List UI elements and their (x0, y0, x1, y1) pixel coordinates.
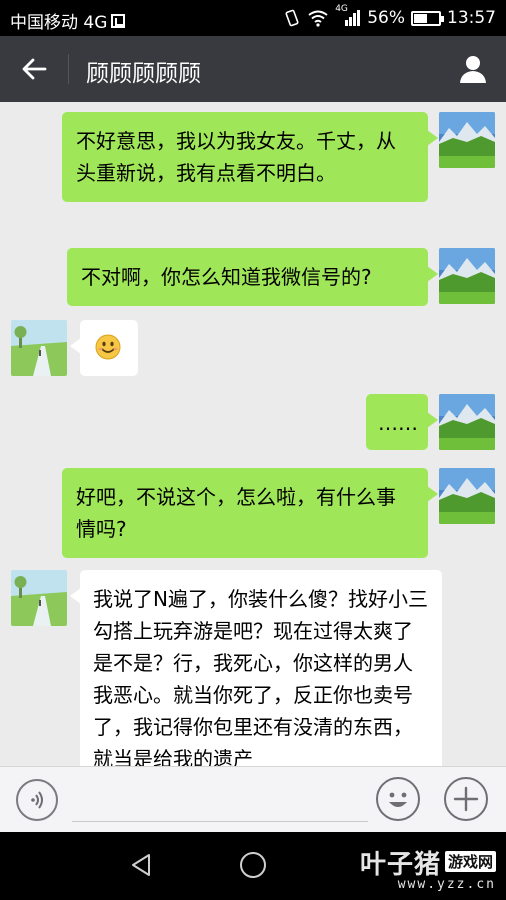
wifi-icon (308, 10, 328, 27)
message-text: 不对啊，你怎么知道我微信号的? (81, 265, 372, 289)
message-text: 不好意思，我以为我女友。千丈，从头重新说，我有点看不明白。 (76, 129, 396, 185)
message-text: …… (378, 411, 418, 435)
voice-input-button[interactable] (16, 779, 58, 821)
carrier-label: 中国移动 4G (10, 13, 108, 33)
status-right: 4G 56% 13:57 (283, 4, 496, 28)
message-bubble-incoming[interactable] (70, 320, 138, 376)
my-avatar[interactable] (439, 248, 495, 304)
back-arrow-icon (22, 58, 47, 80)
vibrate-icon (285, 9, 299, 27)
mountain-landscape-avatar-icon (439, 468, 495, 524)
message-list[interactable]: 不好意思，我以为我女友。千丈，从头重新说，我有点看不明白。 不对啊，你怎么知道我… (0, 102, 506, 766)
more-functions-button[interactable] (444, 777, 488, 821)
my-avatar[interactable] (439, 112, 495, 168)
chat-header: 顾顾顾顾顾 (0, 36, 506, 102)
emoji-button[interactable] (376, 777, 420, 821)
clock: 13:57 (447, 8, 496, 28)
back-triangle-icon[interactable] (128, 852, 154, 878)
mountain-landscape-avatar-icon (439, 112, 495, 168)
watermark-brand: 叶子猪 (359, 850, 441, 880)
mountain-landscape-avatar-icon (439, 394, 495, 450)
road-landscape-avatar-icon (11, 320, 67, 376)
message-bubble-incoming[interactable]: 我说了N遍了，你装什么傻？找好小三勾搭上玩弃游是吧？现在过得太爽了是不是？行，我… (70, 570, 442, 766)
message-input[interactable] (72, 783, 368, 822)
home-circle-icon[interactable] (240, 852, 266, 878)
message-bubble-outgoing[interactable]: 不好意思，我以为我女友。千丈，从头重新说，我有点看不明白。 (62, 112, 438, 202)
emoji-icon (389, 792, 407, 807)
status-bar: 中国移动 4G 4G 56% 13:57 (0, 0, 506, 36)
my-avatar[interactable] (439, 394, 495, 450)
watermark-badge: 游戏网 (444, 851, 496, 872)
road-landscape-avatar-icon (11, 570, 67, 626)
my-avatar[interactable] (439, 468, 495, 524)
chat-info-button[interactable] (456, 52, 490, 86)
status-left: 中国移动 4G (10, 8, 126, 33)
system-nav-bar: 叶子猪 游戏网 www.yzz.cn (0, 832, 506, 900)
message-text: 好吧，不说这个，怎么啦，有什么事情吗? (76, 485, 396, 541)
header-divider (68, 54, 69, 84)
watermark-logo: 叶子猪 游戏网 www.yzz.cn (360, 844, 496, 892)
contact-avatar[interactable] (11, 320, 67, 376)
chat-title: 顾顾顾顾顾 (86, 61, 201, 87)
message-bubble-outgoing[interactable]: …… (366, 394, 438, 450)
voice-icon (31, 791, 43, 809)
screenshot-icon (111, 13, 126, 28)
signal-icon: 4G (335, 4, 361, 28)
battery-icon (411, 10, 444, 26)
smile-emoji-icon (95, 334, 121, 360)
message-bubble-outgoing[interactable]: 好吧，不说这个，怎么啦，有什么事情吗? (62, 468, 438, 558)
battery-percent: 56% (367, 8, 405, 28)
back-button[interactable] (16, 52, 52, 86)
mountain-landscape-avatar-icon (439, 248, 495, 304)
message-bubble-outgoing[interactable]: 不对啊，你怎么知道我微信号的? (67, 248, 438, 306)
input-bar (0, 766, 506, 833)
person-icon (460, 56, 486, 83)
contact-avatar[interactable] (11, 570, 67, 626)
message-text: 我说了N遍了，你装什么傻？找好小三勾搭上玩弃游是吧？现在过得太爽了是不是？行，我… (93, 587, 428, 766)
plus-icon (453, 786, 479, 812)
